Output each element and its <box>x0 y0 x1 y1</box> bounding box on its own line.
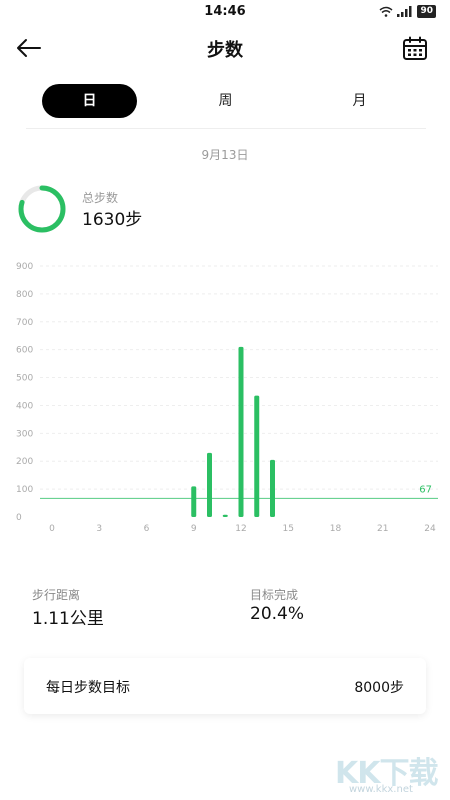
x-tick-label: 24 <box>424 524 436 534</box>
total-steps-value: 1630步 <box>82 210 143 230</box>
total-steps-label: 总步数 <box>82 191 119 205</box>
y-tick-label: 200 <box>16 457 33 467</box>
watermark: KK下载 www.kkx.net <box>335 748 445 796</box>
y-tick-label: 400 <box>16 401 33 411</box>
y-tick-label: 600 <box>16 346 33 356</box>
signal-icon <box>397 6 412 17</box>
goal-completion-value: 20.4% <box>250 604 305 624</box>
y-tick-label: 500 <box>16 374 33 384</box>
x-tick-label: 0 <box>49 524 55 534</box>
tab-week[interactable]: 周 <box>178 84 273 118</box>
calendar-icon[interactable] <box>402 36 428 62</box>
reference-line-label: 67 <box>419 484 432 495</box>
bar <box>207 452 212 517</box>
bar <box>238 346 244 517</box>
progress-ring <box>18 185 66 233</box>
y-tick-label: 100 <box>16 485 33 495</box>
x-tick-label: 12 <box>235 524 246 534</box>
date-label: 9月13日 <box>201 148 249 162</box>
daily-goal-label: 每日步数目标 <box>46 680 130 696</box>
status-bar: 14:46 90 <box>0 0 450 24</box>
y-tick-label: 700 <box>16 318 33 328</box>
distance-label: 步行距离 <box>32 588 81 602</box>
daily-goal-value: 8000步 <box>354 680 404 696</box>
period-tabs: 日 周 月 <box>0 84 450 118</box>
steps-bar-chart: 0 100 200 300 400 500 600 700 800 900 0 3 6 9 12 15 18 21… <box>16 262 438 534</box>
divider <box>26 128 426 129</box>
x-tick-label: 9 <box>191 524 197 534</box>
battery-icon: 90 <box>417 5 436 18</box>
watermark-url: www.kkx.net <box>349 784 413 795</box>
x-tick-label: 21 <box>377 524 388 534</box>
y-tick-label: 300 <box>16 429 33 439</box>
y-tick-label: 900 <box>16 262 33 272</box>
bar <box>270 459 275 517</box>
distance-value: 1.11公里 <box>32 609 104 629</box>
x-tick-label: 18 <box>330 524 342 534</box>
y-tick-label: 0 <box>16 513 22 523</box>
x-tick-label: 6 <box>144 524 150 534</box>
goal-completion-label: 目标完成 <box>250 588 299 602</box>
tab-month[interactable]: 月 <box>312 84 407 118</box>
y-tick-label: 800 <box>16 290 33 300</box>
x-tick-label: 3 <box>96 524 102 534</box>
bar <box>222 514 228 517</box>
bar <box>191 486 197 517</box>
back-arrow-icon[interactable] <box>14 36 44 60</box>
x-tick-label: 15 <box>283 524 294 534</box>
header: 步数 <box>0 24 450 72</box>
wifi-icon <box>379 6 393 17</box>
page-title: 步数 <box>207 40 243 61</box>
status-icons: 90 <box>379 5 436 18</box>
tab-day[interactable]: 日 <box>42 84 137 118</box>
daily-goal-card[interactable]: 每日步数目标 8000步 <box>24 658 426 714</box>
